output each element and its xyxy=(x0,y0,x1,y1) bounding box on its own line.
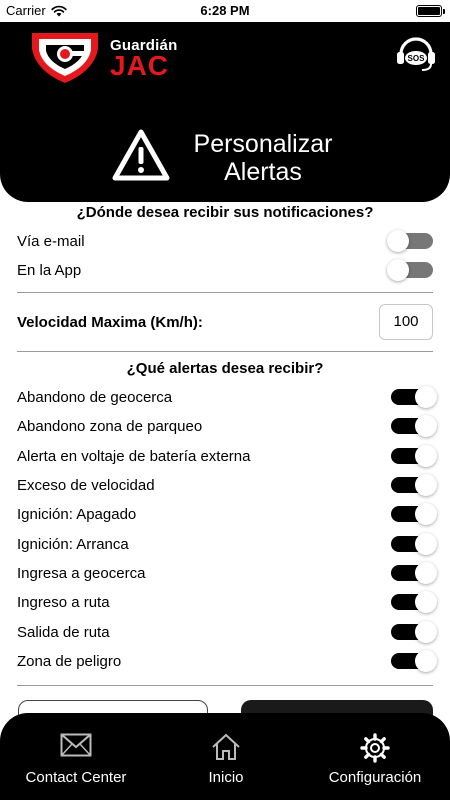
page-title-line1: Personalizar xyxy=(193,130,333,158)
divider xyxy=(17,292,433,293)
option-label: Vía e-mail xyxy=(17,232,85,250)
brand-name-bottom: JAC xyxy=(110,50,170,81)
tab-label: Configuración xyxy=(328,769,422,786)
app-toggle[interactable] xyxy=(387,259,433,281)
alert-item: Abandono de geocerca xyxy=(17,385,437,409)
gear-icon xyxy=(360,733,390,763)
toggle-knob xyxy=(387,230,409,252)
toggle-knob xyxy=(415,650,437,672)
email-toggle[interactable] xyxy=(387,230,433,252)
divider xyxy=(17,351,433,352)
status-time: 6:28 PM xyxy=(200,3,250,18)
shield-logo-icon xyxy=(32,33,98,83)
toggle-knob xyxy=(415,503,437,525)
alert-label: Abandono zona de parqueo xyxy=(17,417,203,435)
page-title: Personalizar Alertas xyxy=(176,130,350,186)
toggle-knob xyxy=(415,415,437,437)
warning-triangle-icon xyxy=(112,129,170,181)
toggle-knob xyxy=(415,591,437,613)
alert-label: Ingreso a ruta xyxy=(17,593,110,611)
toggle-knob xyxy=(415,474,437,496)
alert-toggle[interactable] xyxy=(391,445,437,467)
speed-row: Velocidad Maxima (Km/h): xyxy=(17,310,367,334)
title-banner: Personalizar Alertas xyxy=(0,92,450,202)
alert-item: Ignición: Arranca xyxy=(17,532,437,556)
alert-toggle[interactable] xyxy=(391,533,437,555)
toggle-knob xyxy=(415,386,437,408)
speed-label: Velocidad Maxima (Km/h): xyxy=(17,313,203,331)
alert-label: Exceso de velocidad xyxy=(17,476,155,494)
alert-toggle[interactable] xyxy=(391,650,437,672)
alert-toggle[interactable] xyxy=(391,621,437,643)
alert-item: Salida de ruta xyxy=(17,620,437,644)
alert-toggle[interactable] xyxy=(391,474,437,496)
alert-toggle[interactable] xyxy=(391,503,437,525)
alert-item: Alerta en voltaje de batería externa xyxy=(17,444,437,468)
alert-label: Zona de peligro xyxy=(17,652,122,670)
tab-contact-center[interactable]: Contact Center xyxy=(0,713,152,800)
alert-item: Exceso de velocidad xyxy=(17,473,437,497)
home-icon xyxy=(212,733,240,760)
alert-item: Abandono zona de parqueo xyxy=(17,414,437,438)
option-label: En la App xyxy=(17,261,82,279)
sos-button[interactable]: SOS xyxy=(394,30,438,74)
battery-icon xyxy=(416,5,445,17)
headset-sos-icon: SOS xyxy=(397,37,435,71)
toggle-knob xyxy=(387,259,409,281)
alert-label: Abandono de geocerca xyxy=(17,388,173,406)
envelope-icon xyxy=(60,733,92,757)
alert-toggle[interactable] xyxy=(391,591,437,613)
divider xyxy=(17,685,433,686)
sos-icon-label: SOS xyxy=(408,54,426,63)
alert-label: Ignición: Apagado xyxy=(17,505,137,523)
status-bar: Carrier 6:28 PM xyxy=(0,0,450,22)
alert-label: Salida de ruta xyxy=(17,623,110,641)
app-header: Guardián JAC SOS xyxy=(0,22,450,92)
alert-toggle[interactable] xyxy=(391,415,437,437)
page-title-line2: Alertas xyxy=(224,158,302,186)
alert-item: Zona de peligro xyxy=(17,649,437,673)
alert-item: Ingreso a ruta xyxy=(17,590,437,614)
alerts-question: ¿Qué alertas desea recibir? xyxy=(126,360,324,377)
tab-configuracion[interactable]: Configuración xyxy=(300,713,450,800)
toggle-knob xyxy=(415,533,437,555)
alert-label: Ingresa a geocerca xyxy=(17,564,146,582)
alert-item: Ingresa a geocerca xyxy=(17,561,437,585)
alert-label: Ignición: Arranca xyxy=(17,535,129,553)
alert-toggle[interactable] xyxy=(391,386,437,408)
notification-option-email: Vía e-mail xyxy=(17,229,433,253)
tab-inicio[interactable]: Inicio xyxy=(152,713,300,800)
bottom-tab-bar: Contact Center Inicio Configuración xyxy=(0,713,450,800)
toggle-knob xyxy=(415,562,437,584)
guardian-jac-logo[interactable]: Guardián JAC xyxy=(28,27,177,87)
toggle-knob xyxy=(415,621,437,643)
max-speed-input[interactable]: 100 xyxy=(379,304,433,340)
alert-item: Ignición: Apagado xyxy=(17,502,437,526)
alert-label: Alerta en voltaje de batería externa xyxy=(17,447,251,465)
notification-option-app: En la App xyxy=(17,258,433,282)
notifications-question: ¿Dónde desea recibir sus notificaciones? xyxy=(76,204,374,221)
tab-label: Contact Center xyxy=(25,769,127,786)
alert-toggle[interactable] xyxy=(391,562,437,584)
toggle-knob xyxy=(415,445,437,467)
tab-label: Inicio xyxy=(208,769,244,786)
